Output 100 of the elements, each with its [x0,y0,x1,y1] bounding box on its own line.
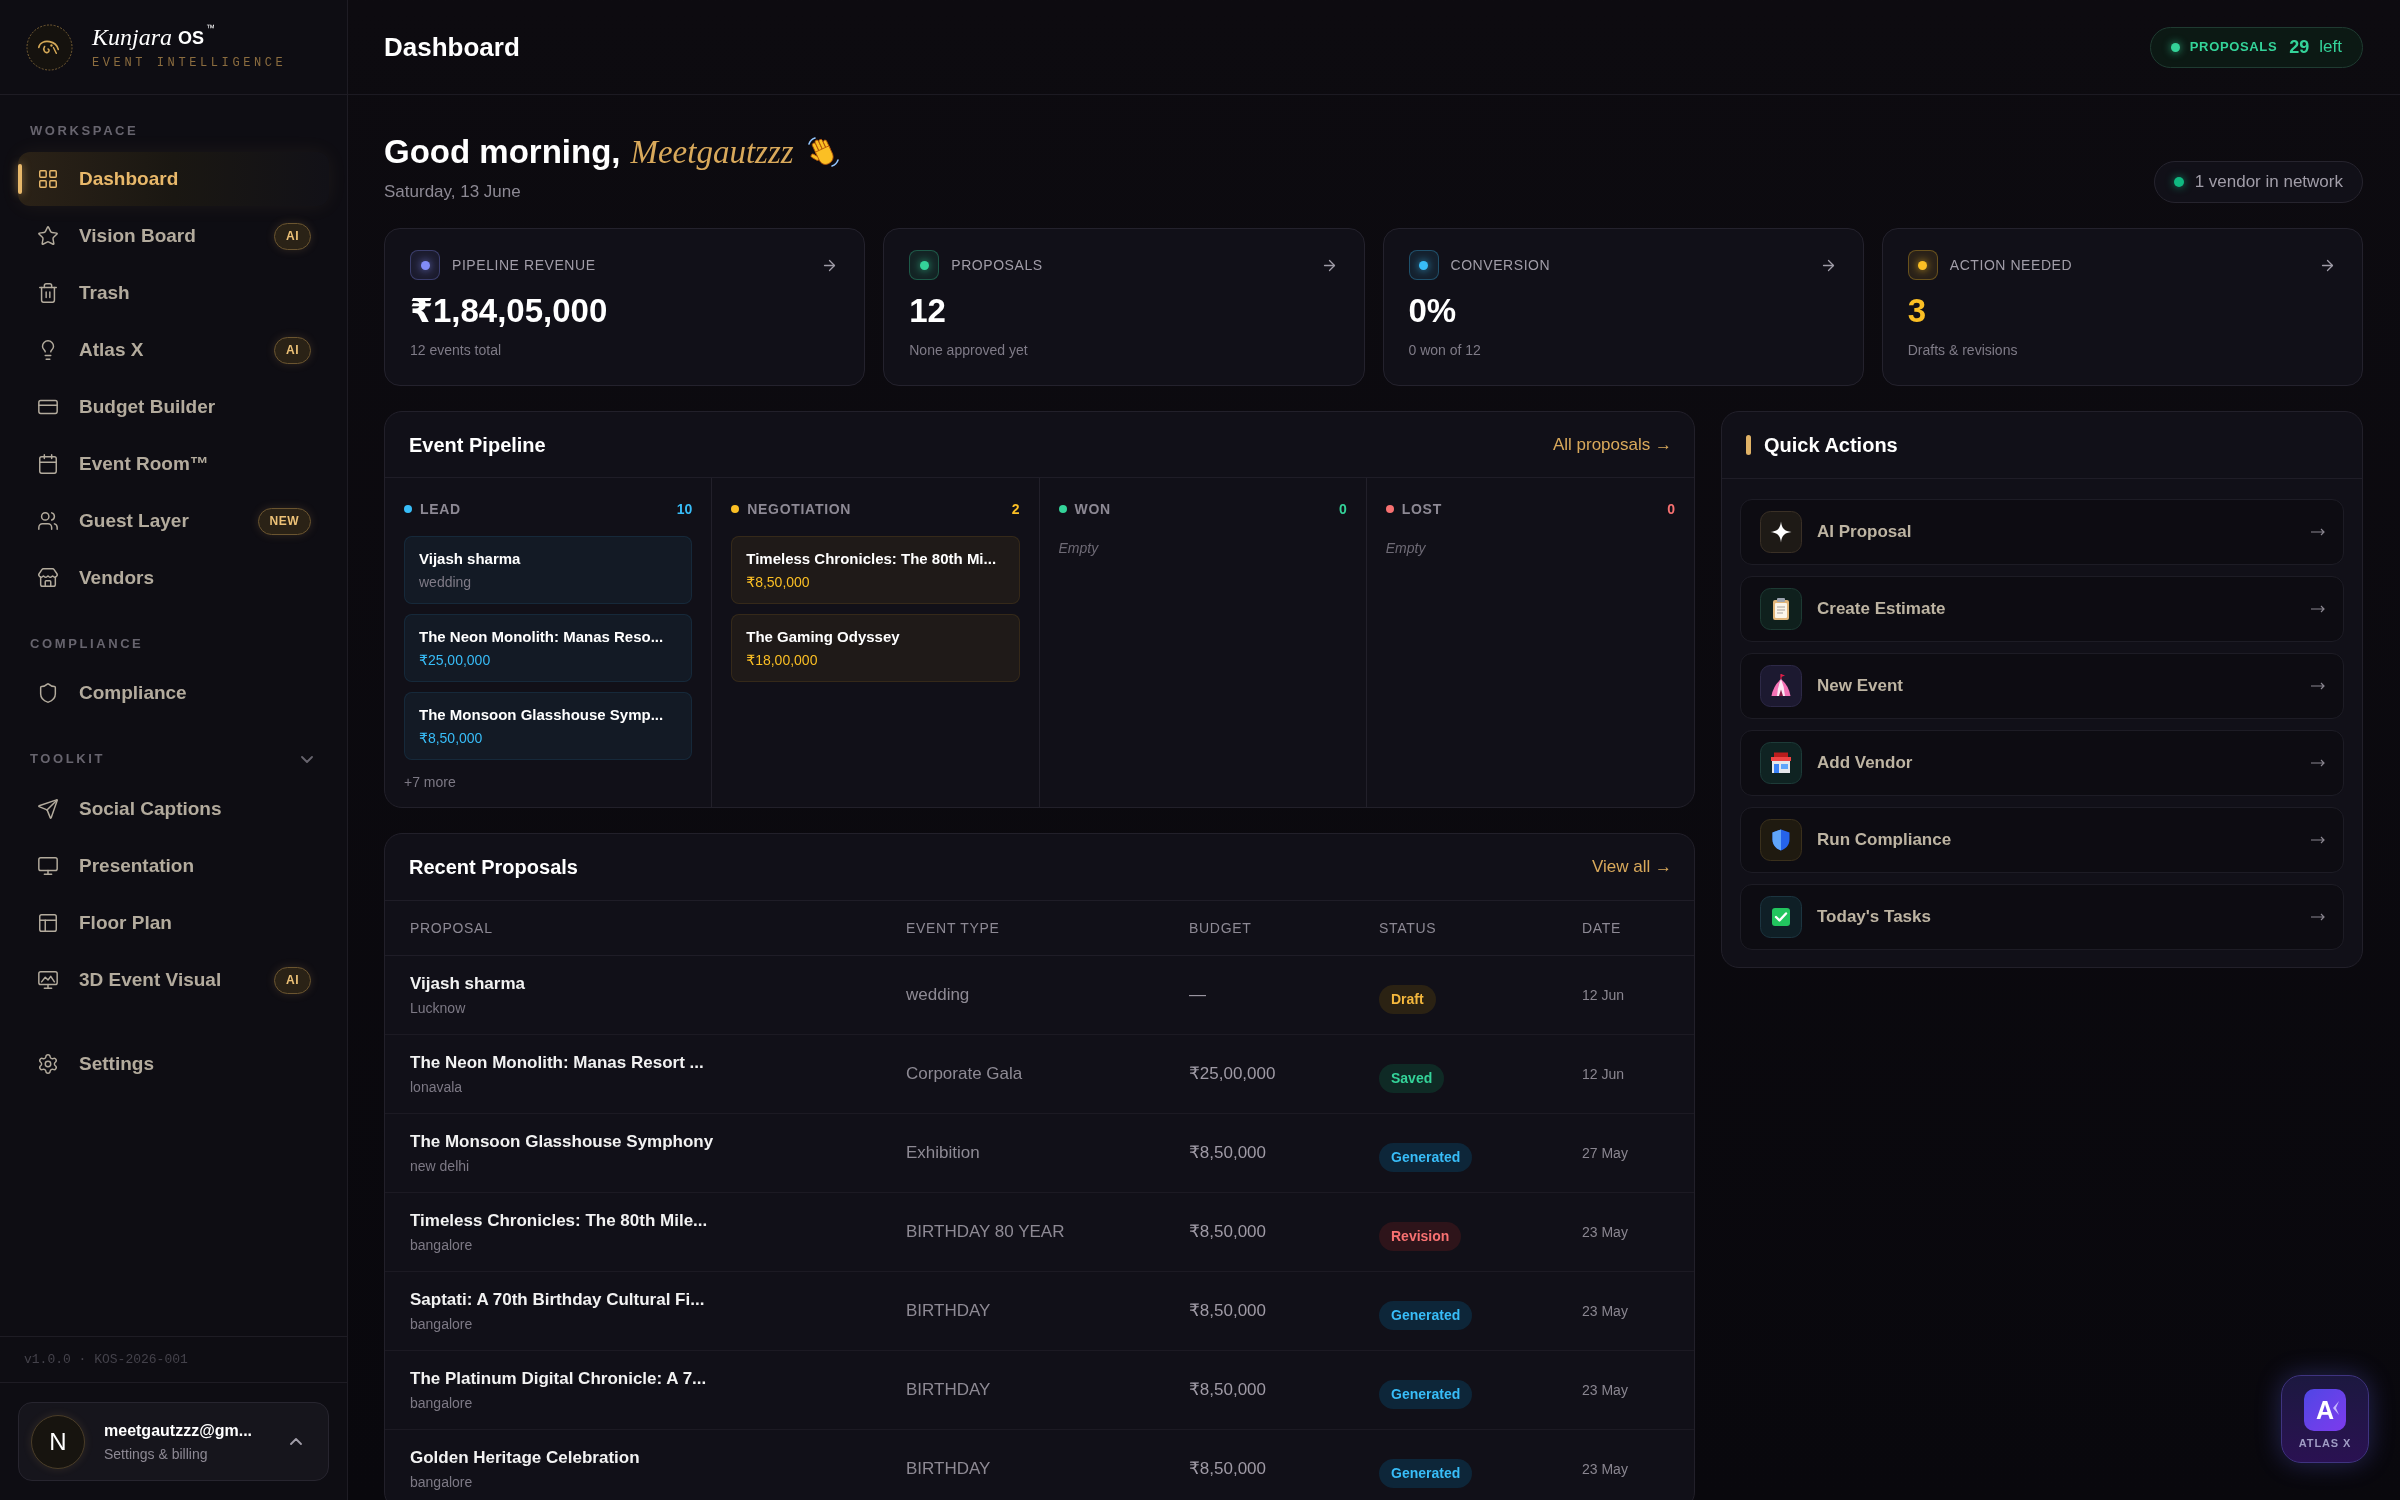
assistant-button[interactable]: A ATLAS X [2281,1375,2369,1463]
budget-text: ₹8,50,000 [1189,1142,1267,1165]
stat-card[interactable]: CONVERSION 0% 0 won of 12 [1382,228,1864,386]
column-count: 10 [676,499,693,519]
card-amount: ₹8,50,000 [419,729,484,747]
arrow-right-icon [2311,682,2325,690]
arrow-right-icon [2311,605,2325,613]
sparkle-icon [1760,511,1802,553]
empty-text: Empty [1385,539,1427,557]
pipeline-card[interactable]: Vijash sharma wedding [404,536,693,604]
proposal-location: new delhi [410,1157,471,1175]
arrow-right-icon [2311,759,2325,767]
quick-action-button[interactable]: Add Vendor [1740,730,2344,796]
stat-card[interactable]: ACTION NEEDED 3 Drafts & revisions [1881,228,2363,386]
view-all-link[interactable]: View all → [1592,854,1672,880]
card-title: Vijash sharma [419,549,522,569]
brand-name: Kunjara [92,23,172,51]
date-text: 27 May [1582,1143,1629,1163]
settings-icon [37,1053,59,1075]
proposal-title[interactable]: The Monsoon Glasshouse Symphony [410,1131,906,1153]
nav-item[interactable]: Atlas X AI [18,323,329,377]
stat-value: 12 [909,292,947,330]
nav-badge: NEW [257,507,311,535]
column-title: WON [1074,499,1111,519]
nav-item[interactable]: Settings [18,1037,329,1091]
panel-title: Recent Proposals [409,855,578,880]
logo-letter: A [2315,1395,2335,1424]
event-type-text: BIRTHDAY 80 YEAR [906,1221,1066,1244]
date-text: 23 May [1582,1301,1629,1321]
account-button[interactable]: N meetgautzzz@gm... Settings & billing [18,1402,329,1481]
greeting-text: Good morning, [384,132,621,172]
nav-item[interactable]: Vision Board AI [18,209,329,263]
all-proposals-link[interactable]: All proposals → [1552,431,1672,458]
stat-note: Drafts & revisions [1907,341,2019,359]
event-type-text: wedding [906,984,971,1007]
nav-item[interactable]: Event Room™ [18,437,329,491]
pipeline-card[interactable]: Timeless Chronicles: The 80th Mi... ₹8,50,000 [731,536,1020,604]
proposal-location: lonavala [410,1078,464,1096]
pipeline-card[interactable]: The Neon Monolith: Manas Reso... ₹25,00,000 [404,614,693,682]
stat-note: 12 events total [410,341,503,359]
proposal-title[interactable]: Timeless Chronicles: The 80th Mile... [410,1210,906,1232]
quick-action-button[interactable]: AI Proposal [1740,499,2344,565]
nav-item[interactable]: Budget Builder [18,380,329,434]
nav-badge: AI [274,966,311,994]
user-avatar: N [31,1414,85,1469]
event-type-text: BIRTHDAY [906,1379,992,1402]
column-header: BUDGET [1189,918,1253,938]
quick-action-button[interactable]: Create Estimate [1740,576,2344,642]
arrow-right-icon [2311,836,2325,844]
stat-card[interactable]: PIPELINE REVENUE ₹1,84,05,000 12 events total [384,228,866,386]
proposal-location: bangalore [410,1236,474,1254]
nav-item[interactable]: Guest Layer NEW [18,494,329,548]
proposal-title[interactable]: The Neon Monolith: Manas Resort ... [410,1052,906,1074]
status-badge: Generated [1379,1142,1473,1172]
card-title: The Neon Monolith: Manas Reso... [419,627,665,647]
nav-item[interactable]: Vendors [18,551,329,605]
nav-badge: AI [274,336,311,364]
nav-item[interactable]: Presentation [18,839,329,893]
stat-label: CONVERSION [1450,256,1551,274]
waving-hand-icon [805,135,840,169]
stat-card[interactable]: PROPOSALS 12 None approved yet [883,228,1365,386]
more-link[interactable]: +7 more [404,773,693,791]
quick-action-button[interactable]: Today's Tasks [1740,884,2344,950]
proposal-title[interactable]: Saptati: A 70th Birthday Cultural Fi... [410,1289,906,1311]
proposal-title[interactable]: Vijash sharma [410,973,906,995]
date-text: Saturday, 13 June [384,181,522,203]
quick-action-button[interactable]: New Event [1740,653,2344,719]
chevron-down-icon[interactable] [301,755,313,763]
paper-plane-icon [37,798,59,820]
proposal-title[interactable]: Golden Heritage Celebration [410,1447,906,1469]
column-header: EVENT TYPE [906,918,1001,938]
nav-item[interactable]: Floor Plan [18,896,329,950]
chevron-up-icon [290,1438,302,1445]
arrow-right-icon [2311,913,2325,921]
pipeline-card[interactable]: The Gaming Odyssey ₹18,00,000 [731,614,1020,682]
event-type-text: Corporate Gala [906,1063,1024,1086]
grid-icon [37,168,59,190]
column-header: PROPOSAL [410,918,494,938]
nav-item[interactable]: Social Captions [18,782,329,836]
arrow-right-icon [2311,528,2325,536]
section-label: WORKSPACE [29,123,140,139]
nav-item[interactable]: Trash [18,266,329,320]
trademark-sign: ™ [206,23,216,33]
date-text: 23 May [1582,1459,1629,1479]
budget-text: ₹25,00,000 [1189,1063,1277,1086]
card-amount: ₹25,00,000 [419,651,492,669]
quick-action-button[interactable]: Run Compliance [1740,807,2344,873]
star-icon [37,225,59,247]
status-badge: Generated [1379,1300,1473,1330]
brand-suffix: OS [178,27,205,50]
nav-item[interactable]: Dashboard [18,152,329,206]
nav-badge: AI [274,222,311,250]
layout-icon [37,912,59,934]
proposal-title[interactable]: The Platinum Digital Chronicle: A 7... [410,1368,906,1390]
nav-item[interactable]: 3D Event Visual AI [18,953,329,1007]
nav-item[interactable]: Compliance [18,666,329,720]
pipeline-card[interactable]: The Monsoon Glasshouse Symp... ₹8,50,000 [404,692,693,760]
stat-value: 3 [1907,292,1928,330]
status-badge: Generated [1379,1379,1473,1409]
stat-value: 0% [1408,292,1458,330]
